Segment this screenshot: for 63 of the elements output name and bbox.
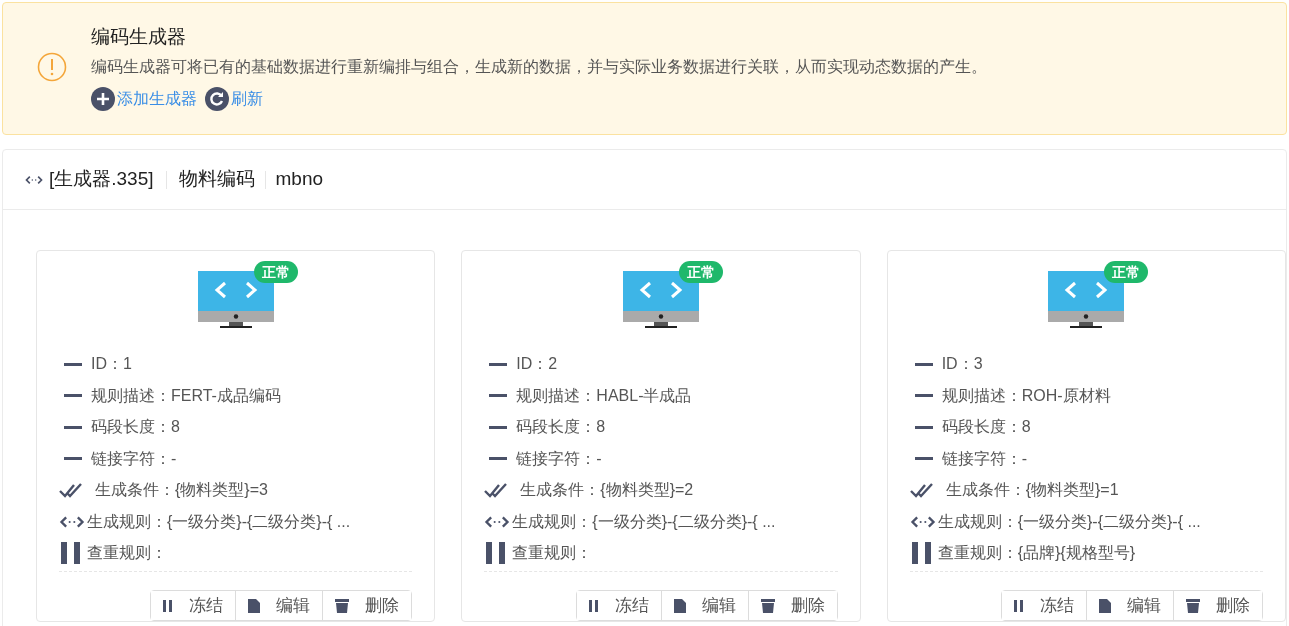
code-arrows-icon xyxy=(484,514,511,529)
field-text: 规则描述：HABL-半成品 xyxy=(516,385,692,406)
card-action-button[interactable]: 删除 xyxy=(322,591,412,620)
dash-icon xyxy=(64,425,82,429)
code-arrows-icon xyxy=(909,514,936,529)
code-arrows-icon xyxy=(59,514,85,529)
code-arrows-icon xyxy=(25,174,43,185)
field-text: 链接字符：- xyxy=(91,448,177,469)
field-text: 生成条件：{物料类型}=2 xyxy=(520,480,694,501)
panel-code: mbno xyxy=(275,167,324,192)
dash-icon xyxy=(489,394,508,398)
field-text: ID：1 xyxy=(91,354,132,375)
field-text: 生成条件：{物料类型}=3 xyxy=(95,480,268,501)
field-text: 码段长度：8 xyxy=(516,417,606,438)
refresh-icon xyxy=(205,87,229,111)
dash-icon xyxy=(914,425,933,429)
pause-bars-icon xyxy=(486,542,507,565)
field-text: 生成规则：{一级分类}-{二级分类}-{ ... xyxy=(87,511,351,532)
document-icon xyxy=(673,598,686,613)
field-text: 查重规则： xyxy=(87,543,167,564)
field-text: 查重规则：{品牌}{规格型号} xyxy=(937,543,1136,564)
dash-icon xyxy=(64,362,82,366)
dash-icon xyxy=(489,362,508,366)
field-text: 生成条件：{物料类型}=1 xyxy=(945,480,1119,501)
field-text: 链接字符：- xyxy=(516,448,602,469)
field-text: ID：3 xyxy=(941,354,983,375)
plus-circle-icon xyxy=(91,87,115,111)
dash-icon xyxy=(914,457,933,461)
field-text: ID：2 xyxy=(516,354,558,375)
dash-icon xyxy=(64,457,82,461)
status-badge: 正常 xyxy=(1104,261,1149,283)
panel-title: [生成器.335] xyxy=(49,167,154,192)
alert-title: 编码生成器 xyxy=(91,25,187,49)
bin-icon xyxy=(335,598,350,613)
dash-icon xyxy=(64,394,82,398)
dash-icon xyxy=(914,394,933,398)
status-badge: 正常 xyxy=(253,261,298,283)
field-text: 生成规则：{一级分类}-{二级分类}-{ ... xyxy=(937,511,1201,532)
bin-icon xyxy=(1186,598,1200,613)
pause-bars-icon xyxy=(61,542,81,565)
field-text: 规则描述：FERT-成品编码 xyxy=(91,385,281,406)
card-action-button[interactable]: 删除 xyxy=(747,591,837,620)
pause-icon xyxy=(1014,599,1024,612)
panel-name: 物料编码 xyxy=(178,167,255,192)
card-action-button[interactable]: 删除 xyxy=(1173,591,1262,620)
field-text: 码段长度：8 xyxy=(941,417,1031,438)
document-icon xyxy=(1099,598,1111,613)
field-text: 链接字符：- xyxy=(941,448,1027,469)
status-badge: 正常 xyxy=(679,261,723,283)
dash-icon xyxy=(489,425,508,429)
pause-icon xyxy=(588,599,599,612)
warning-icon xyxy=(37,52,67,82)
document-icon xyxy=(248,598,261,613)
dash-icon xyxy=(914,362,933,366)
dash-icon xyxy=(489,457,508,461)
field-text: 生成规则：{一级分类}-{二级分类}-{ ... xyxy=(512,511,776,532)
field-text: 规则描述：ROH-原材料 xyxy=(941,385,1111,406)
field-text: 码段长度：8 xyxy=(91,417,180,438)
field-text: 查重规则： xyxy=(512,543,593,564)
alert-description: 编码生成器可将已有的基础数据进行重新编排与组合，生成新的数据，并与实际业务数据进行关联，从而实现动态数据的产生。 xyxy=(91,57,987,77)
bin-icon xyxy=(760,598,775,613)
pause-icon xyxy=(163,599,174,612)
pause-bars-icon xyxy=(911,542,932,565)
